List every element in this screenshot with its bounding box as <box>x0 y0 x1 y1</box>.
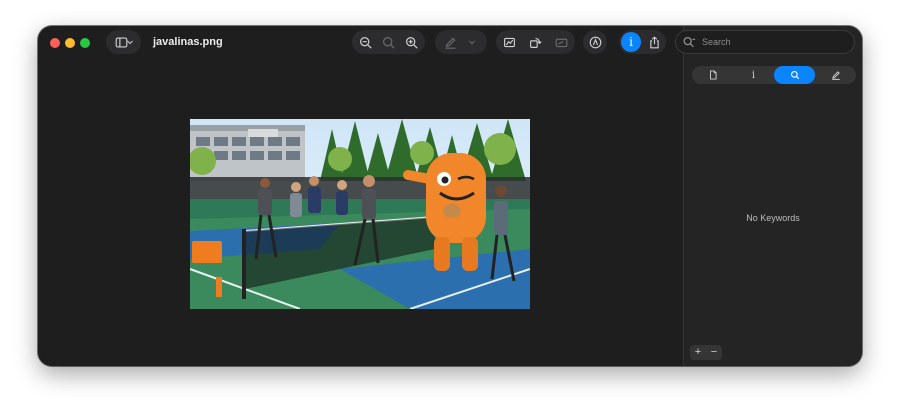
close-button[interactable] <box>50 38 60 48</box>
keyword-buttons: + − <box>690 345 722 360</box>
share-icon[interactable] <box>643 30 665 54</box>
rotate-icon[interactable] <box>524 30 546 54</box>
minimize-button[interactable] <box>65 38 75 48</box>
highlight-controls <box>435 30 487 54</box>
image-canvas <box>38 60 684 366</box>
info-icon[interactable]: i <box>621 32 641 52</box>
info-share-group: i <box>619 30 666 54</box>
chevron-down-icon[interactable] <box>461 30 483 54</box>
empty-keywords-message: No Keywords <box>746 213 800 223</box>
pencil-icon <box>831 71 840 80</box>
zoom-controls <box>352 30 425 54</box>
crop-icon[interactable] <box>498 30 520 54</box>
annotate-icon[interactable] <box>583 30 607 54</box>
tab-keywords[interactable] <box>774 66 815 84</box>
document-icon <box>709 70 717 80</box>
inspector-tabs: i <box>692 66 856 84</box>
zoom-button[interactable] <box>80 38 90 48</box>
actual-size-icon[interactable] <box>377 30 399 54</box>
tab-general[interactable] <box>692 66 733 84</box>
remove-keyword-button[interactable]: − <box>706 345 722 360</box>
zoom-in-icon[interactable] <box>400 30 422 54</box>
title-bar: javalinas.png i <box>38 26 684 60</box>
window-title: javalinas.png <box>153 36 223 48</box>
sidebar-toggle-button[interactable] <box>106 30 141 54</box>
pen-icon[interactable] <box>439 30 461 54</box>
preview-window: javalinas.png i i No Keywords + − Search <box>38 26 862 366</box>
chevron-down-icon <box>122 30 138 54</box>
inspector-panel: i No Keywords + − <box>684 26 862 366</box>
edit-controls <box>496 30 575 54</box>
search-icon <box>790 71 799 80</box>
pickleball-photo <box>190 119 530 309</box>
search-field[interactable] <box>675 30 855 54</box>
tab-annotations[interactable] <box>815 66 856 84</box>
markup-icon[interactable] <box>550 30 572 54</box>
search-input[interactable] <box>700 36 854 48</box>
info-icon: i <box>751 69 756 81</box>
tab-info[interactable]: i <box>733 66 774 84</box>
zoom-out-icon[interactable] <box>354 30 376 54</box>
add-keyword-button[interactable]: + <box>690 345 706 360</box>
search-icon <box>683 36 696 48</box>
